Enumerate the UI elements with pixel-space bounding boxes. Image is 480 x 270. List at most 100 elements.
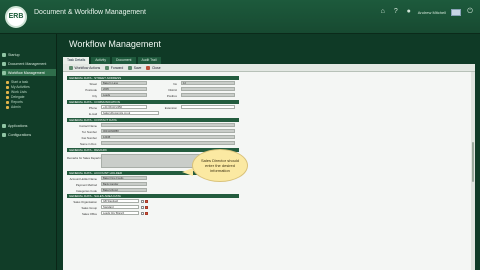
applications-icon [2, 123, 6, 128]
sidebar-subitem[interactable]: Start a task [6, 80, 28, 84]
sidebar-item-label: Workflow Management [8, 70, 45, 75]
sales-organisation-clear-icon[interactable] [145, 199, 148, 203]
sidebar: Startup Document Management Workflow Man… [0, 34, 57, 270]
tab-task-details[interactable]: Task Details [63, 57, 90, 64]
account-holder-label: Account Holder Name [69, 177, 97, 181]
sidebar-subitem[interactable]: Reports [6, 100, 23, 104]
categories-code-label: Categories Code [76, 189, 97, 193]
sidebar-subitem[interactable]: Delegate [6, 95, 25, 99]
workflow-icon [2, 70, 6, 75]
sales-office-field[interactable]: Leeds City Branch [101, 211, 139, 215]
language-flag-icon[interactable] [451, 8, 461, 16]
name-in-doc-field[interactable] [101, 141, 235, 145]
remark-label: Remarks for Sales Department [67, 156, 106, 160]
sidebar-item-startup[interactable]: Startup [2, 51, 56, 58]
sidebar-subitem[interactable]: Work Lists [6, 90, 27, 94]
district-label: District [168, 88, 177, 92]
section-communication: GENERAL DATA - COMMUNICATION [67, 100, 239, 104]
top-right-controls: ⌂ ? ● Andrew Mitchell ⏻ [379, 7, 474, 17]
task-icon [6, 80, 9, 84]
email-field[interactable]: bakers@example.co.uk [101, 111, 159, 115]
close-button[interactable]: Close [146, 65, 161, 70]
postcode-field[interactable]: 2005 [101, 87, 147, 91]
account-holder-field[interactable]: Baker Fine Foods [101, 176, 147, 180]
street-field[interactable]: Baker's Lane [101, 81, 147, 85]
callout-tail [182, 168, 193, 176]
user-name[interactable]: Andrew Mitchell [418, 10, 446, 15]
categories-code-field[interactable]: Bakery/Food [101, 188, 147, 192]
sidebar-item-configurations[interactable]: Configurations [2, 131, 56, 138]
activities-icon [6, 85, 9, 89]
sales-office-lookup-icon[interactable] [141, 211, 144, 215]
close-icon [146, 65, 151, 70]
logout-icon[interactable]: ⏻ [466, 8, 474, 16]
main-panel: Workflow Management Task Details Activit… [57, 34, 480, 270]
app-title: Document & Workflow Management [34, 9, 146, 16]
section-contact-data: GENERAL DATA - CONTACT DATA [67, 118, 239, 122]
tab-bar: Task Details Activity Document Audit Tra… [63, 57, 475, 64]
startup-icon [2, 52, 6, 57]
page-title: Workflow Management [69, 39, 161, 49]
postbox-label: Postbox [166, 94, 177, 98]
settings-icon [2, 132, 6, 137]
top-bar: ERB Document & Workflow Management ⌂ ? ●… [0, 0, 480, 34]
tab-audit-trail[interactable]: Audit Trail [137, 57, 161, 64]
phone-field[interactable]: +44 (0)113 2456 [101, 105, 147, 109]
scrollbar-thumb[interactable] [472, 142, 474, 182]
folder-icon [2, 61, 6, 66]
sales-organisation-lookup-icon[interactable] [141, 199, 144, 203]
tab-activity[interactable]: Activity [91, 57, 111, 64]
tab-document[interactable]: Document [112, 57, 136, 64]
toolbar: Workflow Actions Forward Save Close [63, 64, 475, 72]
sales-organisation-field[interactable]: GB Standard [101, 199, 139, 203]
payment-method-label: Payment Method [75, 183, 97, 187]
extension-field[interactable] [181, 105, 235, 109]
sidebar-item-workflow-management[interactable]: Workflow Management [2, 69, 56, 76]
section-sales-area: GENERAL DATA - SALES AREA DATA [67, 194, 239, 198]
district-field[interactable] [181, 87, 235, 91]
sales-group-label: Sales Group [81, 206, 97, 210]
contact-name-field[interactable] [101, 123, 235, 127]
sidebar-item-applications[interactable]: Applications [2, 122, 56, 129]
forward-icon [105, 65, 110, 70]
sidebar-item-label: Startup [8, 52, 20, 57]
user-icon[interactable]: ● [405, 8, 413, 16]
sidebar-subitem[interactable]: My Activities [6, 85, 30, 89]
tel-number-field[interactable]: 00311090888 [101, 129, 235, 133]
home-icon[interactable]: ⌂ [379, 8, 387, 16]
sales-organisation-label: Sales Organisation [73, 200, 97, 204]
house-number-field[interactable]: 12 [181, 81, 235, 85]
sidebar-subitem[interactable]: Admin [6, 105, 21, 109]
workflow-actions-button[interactable]: Workflow Actions [69, 65, 100, 70]
fax-number-field[interactable]: 12345 [101, 135, 235, 139]
city-label: City [92, 94, 97, 98]
report-icon [6, 100, 9, 104]
sidebar-item-document-management[interactable]: Document Management [2, 60, 56, 67]
sales-group-clear-icon[interactable] [145, 205, 148, 209]
save-button[interactable]: Save [128, 65, 141, 70]
save-icon [128, 65, 133, 70]
sales-group-lookup-icon[interactable] [141, 205, 144, 209]
workflow-actions-icon [69, 65, 73, 70]
payment-method-field[interactable]: Bank transfer [101, 182, 147, 186]
forward-button[interactable]: Forward [105, 65, 123, 70]
sidebar-item-label: Applications [8, 123, 28, 128]
vertical-scrollbar[interactable] [471, 72, 475, 270]
form-content: GENERAL DATA - STREET ADDRESS Street Bak… [63, 72, 475, 270]
app-window: ERB Document & Workflow Management ⌂ ? ●… [0, 0, 480, 270]
extension-label: Extension [164, 106, 177, 110]
phone-label: Phone [88, 106, 97, 110]
sidebar-item-label: Configurations [8, 132, 32, 137]
postbox-field[interactable] [181, 93, 235, 97]
city-field[interactable]: Leeds [101, 93, 147, 97]
sales-office-clear-icon[interactable] [145, 211, 148, 215]
contact-name-label: Contact Name [79, 124, 97, 128]
callout-text: Sales Director should enter the desired … [200, 158, 240, 173]
street-label: Street [89, 82, 97, 86]
sales-group-field[interactable]: Standard [101, 205, 139, 209]
name-in-doc-label: Name in Doc. [80, 142, 97, 146]
house-number-label: No [173, 82, 177, 86]
sidebar-item-label: Document Management [8, 61, 47, 66]
email-label: E-mail [89, 112, 97, 116]
help-icon[interactable]: ? [392, 8, 400, 16]
